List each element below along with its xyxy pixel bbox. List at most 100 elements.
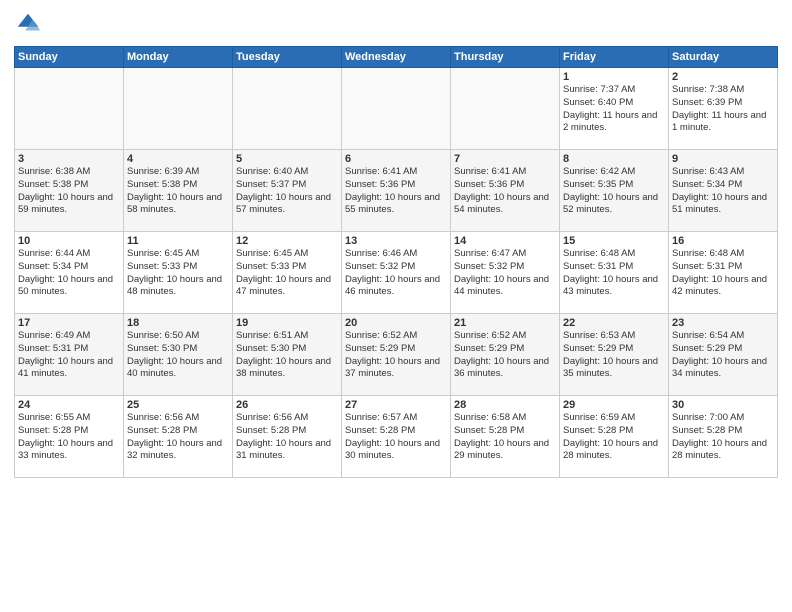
day-info: Daylight: 10 hours and 54 minutes.	[454, 192, 556, 218]
day-number: 16	[672, 235, 774, 247]
day-number: 10	[18, 235, 120, 247]
day-number: 21	[454, 317, 556, 329]
calendar-page: SundayMondayTuesdayWednesdayThursdayFrid…	[0, 0, 792, 612]
day-number: 22	[563, 317, 665, 329]
day-info: Daylight: 10 hours and 33 minutes.	[18, 438, 120, 464]
day-info: Sunset: 5:29 PM	[454, 343, 556, 356]
day-number: 3	[18, 153, 120, 165]
day-info: Sunset: 5:38 PM	[127, 179, 229, 192]
day-header-saturday: Saturday	[669, 47, 778, 68]
day-info: Sunrise: 6:49 AM	[18, 330, 120, 343]
day-header-friday: Friday	[560, 47, 669, 68]
day-info: Daylight: 10 hours and 29 minutes.	[454, 438, 556, 464]
calendar-cell: 30Sunrise: 7:00 AMSunset: 5:28 PMDayligh…	[669, 396, 778, 478]
logo-icon	[14, 10, 42, 38]
calendar-cell: 28Sunrise: 6:58 AMSunset: 5:28 PMDayligh…	[451, 396, 560, 478]
day-number: 9	[672, 153, 774, 165]
day-info: Daylight: 10 hours and 51 minutes.	[672, 192, 774, 218]
day-info: Sunset: 5:31 PM	[563, 261, 665, 274]
day-number: 24	[18, 399, 120, 411]
day-info: Daylight: 10 hours and 32 minutes.	[127, 438, 229, 464]
calendar-cell: 7Sunrise: 6:41 AMSunset: 5:36 PMDaylight…	[451, 150, 560, 232]
day-info: Daylight: 10 hours and 55 minutes.	[345, 192, 447, 218]
day-info: Daylight: 11 hours and 1 minute.	[672, 110, 774, 136]
day-number: 1	[563, 71, 665, 83]
logo	[14, 10, 46, 38]
calendar-cell: 18Sunrise: 6:50 AMSunset: 5:30 PMDayligh…	[124, 314, 233, 396]
day-info: Daylight: 10 hours and 48 minutes.	[127, 274, 229, 300]
day-info: Daylight: 10 hours and 35 minutes.	[563, 356, 665, 382]
day-number: 15	[563, 235, 665, 247]
day-info: Daylight: 11 hours and 2 minutes.	[563, 110, 665, 136]
day-info: Daylight: 10 hours and 52 minutes.	[563, 192, 665, 218]
day-info: Sunset: 5:35 PM	[563, 179, 665, 192]
calendar-cell: 23Sunrise: 6:54 AMSunset: 5:29 PMDayligh…	[669, 314, 778, 396]
day-info: Sunset: 5:28 PM	[563, 425, 665, 438]
day-info: Daylight: 10 hours and 41 minutes.	[18, 356, 120, 382]
day-info: Sunset: 5:36 PM	[345, 179, 447, 192]
day-header-thursday: Thursday	[451, 47, 560, 68]
day-info: Sunset: 5:28 PM	[127, 425, 229, 438]
calendar-cell: 25Sunrise: 6:56 AMSunset: 5:28 PMDayligh…	[124, 396, 233, 478]
day-info: Sunrise: 6:55 AM	[18, 412, 120, 425]
day-info: Sunset: 5:34 PM	[672, 179, 774, 192]
day-info: Daylight: 10 hours and 40 minutes.	[127, 356, 229, 382]
calendar-week-5: 24Sunrise: 6:55 AMSunset: 5:28 PMDayligh…	[15, 396, 778, 478]
calendar-cell: 19Sunrise: 6:51 AMSunset: 5:30 PMDayligh…	[233, 314, 342, 396]
calendar-cell: 9Sunrise: 6:43 AMSunset: 5:34 PMDaylight…	[669, 150, 778, 232]
day-info: Sunrise: 6:48 AM	[672, 248, 774, 261]
day-header-sunday: Sunday	[15, 47, 124, 68]
day-number: 28	[454, 399, 556, 411]
day-info: Daylight: 10 hours and 30 minutes.	[345, 438, 447, 464]
day-info: Sunset: 5:31 PM	[18, 343, 120, 356]
calendar-cell: 15Sunrise: 6:48 AMSunset: 5:31 PMDayligh…	[560, 232, 669, 314]
calendar-cell: 8Sunrise: 6:42 AMSunset: 5:35 PMDaylight…	[560, 150, 669, 232]
day-number: 25	[127, 399, 229, 411]
calendar-cell: 2Sunrise: 7:38 AMSunset: 6:39 PMDaylight…	[669, 68, 778, 150]
day-info: Daylight: 10 hours and 28 minutes.	[563, 438, 665, 464]
day-info: Sunrise: 6:59 AM	[563, 412, 665, 425]
day-info: Daylight: 10 hours and 37 minutes.	[345, 356, 447, 382]
day-info: Sunset: 5:29 PM	[672, 343, 774, 356]
day-number: 20	[345, 317, 447, 329]
day-info: Sunset: 5:31 PM	[672, 261, 774, 274]
day-info: Sunset: 5:28 PM	[345, 425, 447, 438]
calendar-cell	[124, 68, 233, 150]
day-number: 26	[236, 399, 338, 411]
calendar-cell: 10Sunrise: 6:44 AMSunset: 5:34 PMDayligh…	[15, 232, 124, 314]
day-info: Sunrise: 6:46 AM	[345, 248, 447, 261]
day-number: 8	[563, 153, 665, 165]
day-number: 6	[345, 153, 447, 165]
day-header-tuesday: Tuesday	[233, 47, 342, 68]
calendar-cell: 22Sunrise: 6:53 AMSunset: 5:29 PMDayligh…	[560, 314, 669, 396]
calendar-cell: 3Sunrise: 6:38 AMSunset: 5:38 PMDaylight…	[15, 150, 124, 232]
calendar-week-4: 17Sunrise: 6:49 AMSunset: 5:31 PMDayligh…	[15, 314, 778, 396]
day-info: Daylight: 10 hours and 59 minutes.	[18, 192, 120, 218]
day-number: 13	[345, 235, 447, 247]
day-number: 2	[672, 71, 774, 83]
day-number: 18	[127, 317, 229, 329]
calendar-cell: 21Sunrise: 6:52 AMSunset: 5:29 PMDayligh…	[451, 314, 560, 396]
day-info: Sunrise: 6:44 AM	[18, 248, 120, 261]
day-info: Sunset: 5:32 PM	[345, 261, 447, 274]
calendar-table: SundayMondayTuesdayWednesdayThursdayFrid…	[14, 46, 778, 478]
day-info: Daylight: 10 hours and 57 minutes.	[236, 192, 338, 218]
day-info: Daylight: 10 hours and 36 minutes.	[454, 356, 556, 382]
day-info: Sunrise: 6:47 AM	[454, 248, 556, 261]
day-number: 12	[236, 235, 338, 247]
day-info: Sunset: 5:38 PM	[18, 179, 120, 192]
day-info: Sunset: 5:33 PM	[236, 261, 338, 274]
day-info: Sunset: 5:29 PM	[345, 343, 447, 356]
day-info: Daylight: 10 hours and 42 minutes.	[672, 274, 774, 300]
calendar-cell: 12Sunrise: 6:45 AMSunset: 5:33 PMDayligh…	[233, 232, 342, 314]
day-info: Sunset: 5:28 PM	[454, 425, 556, 438]
day-info: Daylight: 10 hours and 47 minutes.	[236, 274, 338, 300]
calendar-cell: 17Sunrise: 6:49 AMSunset: 5:31 PMDayligh…	[15, 314, 124, 396]
calendar-cell: 29Sunrise: 6:59 AMSunset: 5:28 PMDayligh…	[560, 396, 669, 478]
day-info: Sunset: 5:29 PM	[563, 343, 665, 356]
calendar-cell: 1Sunrise: 7:37 AMSunset: 6:40 PMDaylight…	[560, 68, 669, 150]
day-info: Sunrise: 7:38 AM	[672, 84, 774, 97]
day-info: Sunrise: 6:38 AM	[18, 166, 120, 179]
day-number: 29	[563, 399, 665, 411]
day-info: Sunrise: 6:53 AM	[563, 330, 665, 343]
